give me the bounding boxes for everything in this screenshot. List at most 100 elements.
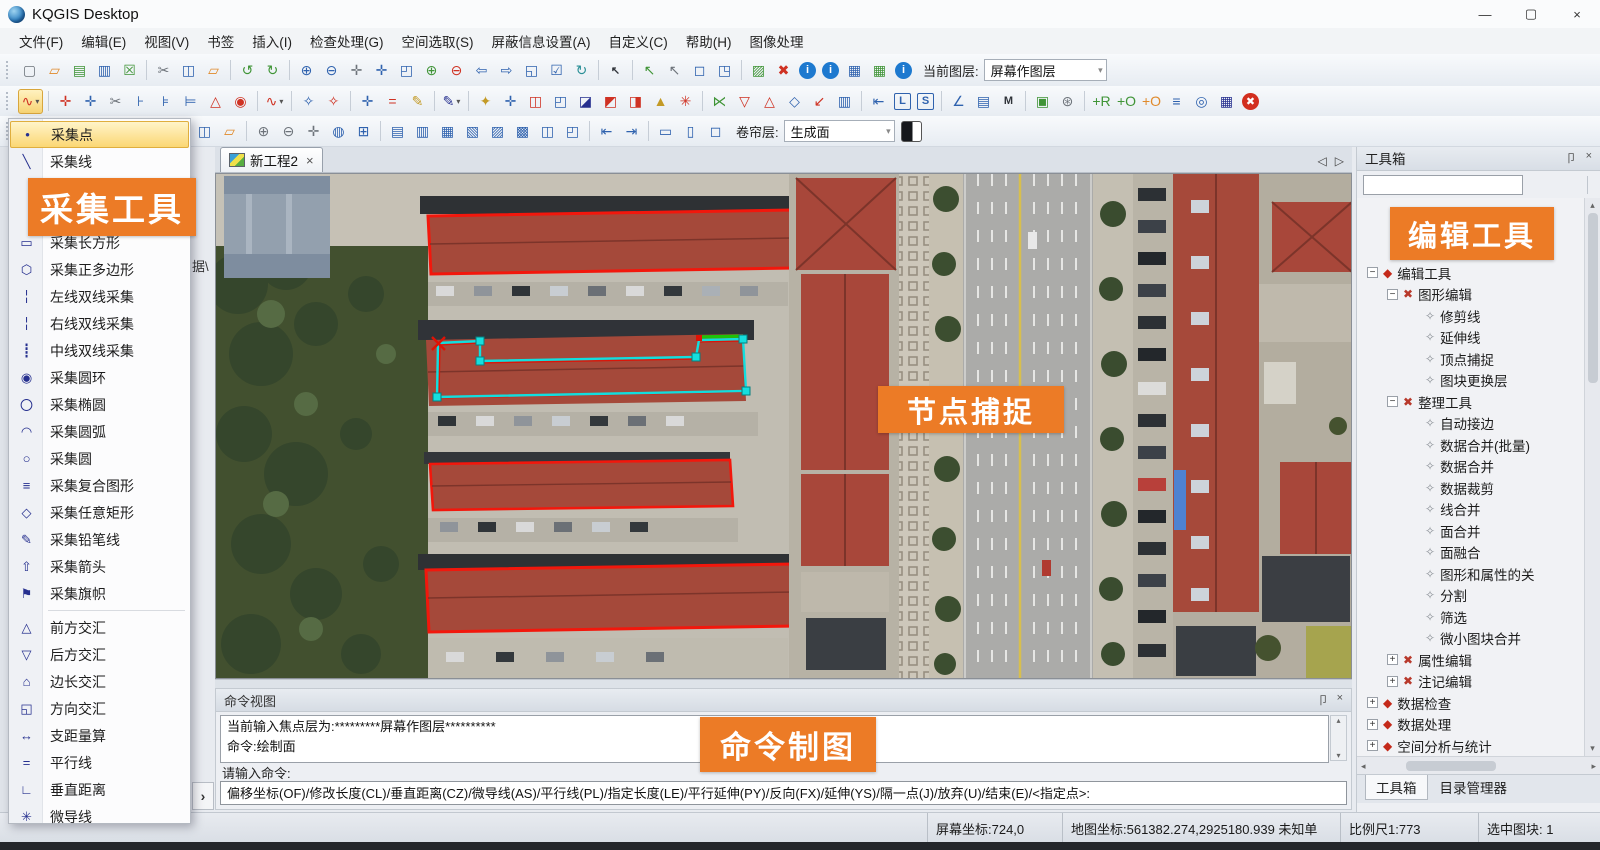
add-node-icon[interactable]: ✛ [54, 90, 77, 113]
collect-menu-item[interactable]: ╎ 右线双线采集 [10, 310, 189, 337]
collect-menu-item[interactable]: ◠ 采集圆弧 [10, 418, 189, 445]
toolbox-tree-item[interactable]: + 数据检查 [1357, 692, 1600, 714]
refresh-layer-icon[interactable]: ↻ [570, 59, 593, 82]
open-folder-icon[interactable]: ▱ [43, 59, 66, 82]
toolbox-tree-item[interactable]: 图块更换层 [1357, 370, 1600, 392]
marker-pen-icon[interactable]: ✎ [440, 90, 463, 113]
cut-icon[interactable]: ✂ [152, 59, 175, 82]
menu-item[interactable]: 自定义(C) [600, 30, 677, 52]
view-settings-icon[interactable]: ☑ [545, 59, 568, 82]
reshape-polygon-alt-icon[interactable]: ✧ [322, 90, 345, 113]
previous-view-icon[interactable]: ⇦ [470, 59, 493, 82]
distribute-h-icon[interactable]: ⇤ [595, 120, 618, 143]
scroll-down-icon[interactable]: ▾ [1336, 751, 1340, 760]
list-icon[interactable]: ≡ [1165, 90, 1188, 113]
toolbar-icon[interactable] [941, 91, 942, 111]
toolbox-tree-item[interactable]: + 属性编辑 [1357, 649, 1600, 671]
toolbox-tree-item[interactable]: 分割 [1357, 585, 1600, 607]
search-binoculars-icon[interactable]: M [997, 90, 1020, 113]
attribute-table-icon[interactable]: ▦ [843, 59, 866, 82]
segment-trim-icon[interactable]: ⊨ [179, 90, 202, 113]
measure-diamond-icon[interactable]: ◇ [783, 90, 806, 113]
toolbox-tree-item[interactable]: 自动接边 [1357, 413, 1600, 435]
swipe-contrast-icon[interactable] [901, 121, 922, 142]
toolbar-icon[interactable] [246, 121, 247, 141]
circle-point-icon[interactable]: ◉ [229, 90, 252, 113]
toolbar-icon[interactable] [48, 91, 49, 111]
collect-menu-item[interactable]: ✎ 采集铅笔线 [10, 526, 189, 553]
toolbox-tree-item[interactable]: 面融合 [1357, 542, 1600, 564]
pan-icon[interactable]: ✛ [345, 59, 368, 82]
collect-menu-item[interactable]: ∟ 垂直距离 [10, 776, 189, 803]
collect-menu-item[interactable]: ▽ 后方交汇 [10, 641, 189, 668]
tree-expander[interactable]: + [1387, 654, 1398, 665]
scroll-down-icon[interactable]: ▾ [1590, 743, 1595, 754]
current-layer-select[interactable]: 屏幕作图层 ▾ [984, 59, 1107, 81]
align-top-icon[interactable]: ▧ [461, 120, 484, 143]
select-box-icon[interactable]: ◻ [688, 59, 711, 82]
collect-menu-item[interactable]: ╲ 采集线 [10, 148, 189, 175]
measure-ruler-icon[interactable]: ▤ [972, 90, 995, 113]
snap-node-icon[interactable]: ✛ [356, 90, 379, 113]
identify-feature-icon[interactable]: i [822, 62, 839, 79]
toolbox-tree-item[interactable]: 图形和属性的关 [1357, 563, 1600, 585]
toolbar-icon[interactable] [289, 60, 290, 80]
sketch-pencil-icon[interactable]: ✎ [406, 90, 429, 113]
grid-view-icon[interactable]: ⊞ [352, 120, 375, 143]
maximize-button[interactable]: ▢ [1508, 0, 1554, 28]
collect-menu-item[interactable]: ≡ 采集复合图形 [10, 472, 189, 499]
zoom-out-icon[interactable]: ⊖ [320, 59, 343, 82]
select-arrow-icon[interactable]: ↖ [604, 59, 627, 82]
toolbar-icon[interactable] [146, 60, 147, 80]
measure-length-icon[interactable]: ⇤ [867, 90, 890, 113]
attribute-grid-icon[interactable]: ▦ [868, 59, 891, 82]
map-document-tab[interactable]: 新工程2 × [220, 147, 323, 172]
collect-menu-item[interactable]: ⚑ 采集旗帜 [10, 580, 189, 607]
zoom-out2-icon[interactable]: ⊖ [277, 120, 300, 143]
toolbox-tree-item[interactable]: 延伸线 [1357, 327, 1600, 349]
align-h-icon[interactable]: ◫ [536, 120, 559, 143]
toolbox-tree-item[interactable]: 数据合并 [1357, 456, 1600, 478]
copy-view-icon[interactable]: ◫ [193, 120, 216, 143]
close-icon[interactable]: × [1337, 692, 1343, 708]
toolbar-icon[interactable] [350, 91, 351, 111]
collect-menu-item[interactable] [10, 607, 189, 614]
tree-expander[interactable]: + [1367, 697, 1378, 708]
measure-node-icon[interactable]: ⋉ [708, 90, 731, 113]
add-r-point-icon[interactable]: +R [1090, 90, 1113, 113]
menu-item[interactable]: 视图(V) [135, 30, 198, 52]
scroll-left-icon[interactable]: ◂ [1361, 761, 1366, 772]
align-right-icon[interactable]: ▦ [436, 120, 459, 143]
collect-menu-item[interactable]: ↔ 支距量算 [10, 722, 189, 749]
add-o2-point-icon[interactable]: +O [1140, 90, 1163, 113]
toolbar-icon[interactable] [434, 91, 435, 111]
zoom-window-icon[interactable]: ◰ [395, 59, 418, 82]
collect-menu-item[interactable]: △ 前方交汇 [10, 614, 189, 641]
import-database-icon[interactable]: ▤ [68, 59, 91, 82]
tree-expander[interactable]: − [1367, 267, 1378, 278]
add-o-point-icon[interactable]: +O [1115, 90, 1138, 113]
tree-expander[interactable]: − [1387, 396, 1398, 407]
zoom-in-icon[interactable]: ⊕ [295, 59, 318, 82]
identify-icon[interactable]: i [799, 62, 816, 79]
undo-icon[interactable]: ↺ [236, 59, 259, 82]
explode-icon[interactable]: ✳ [674, 90, 697, 113]
preview-zoom-icon[interactable]: ◎ [1190, 90, 1213, 113]
menu-item[interactable]: 图像处理 [741, 30, 813, 52]
menu-item[interactable]: 编辑(E) [72, 30, 135, 52]
menu-item[interactable]: 空间选取(S) [393, 30, 483, 52]
toolbox-tree-item[interactable]: − 整理工具 [1357, 391, 1600, 413]
pan-window-icon[interactable]: ✛ [370, 59, 393, 82]
paste-view-icon[interactable]: ▱ [218, 120, 241, 143]
tree-expander[interactable]: + [1387, 676, 1398, 687]
edit-polyline-icon[interactable]: ∿ [263, 90, 286, 113]
curtain-layer-select[interactable]: 生成面 ▾ [784, 120, 895, 142]
toolbox-vertical-scrollbar[interactable]: ▴ ▾ [1584, 198, 1600, 756]
pan2-icon[interactable]: ✛ [302, 120, 325, 143]
collect-polyline-icon[interactable]: ∿ [18, 89, 43, 114]
tree-expander[interactable]: − [1387, 289, 1398, 300]
toolbar-icon[interactable] [1084, 91, 1085, 111]
world-icon[interactable]: ◍ [327, 120, 350, 143]
segment-join-icon[interactable]: ⊦ [129, 90, 152, 113]
align-center-icon[interactable]: ▥ [411, 120, 434, 143]
